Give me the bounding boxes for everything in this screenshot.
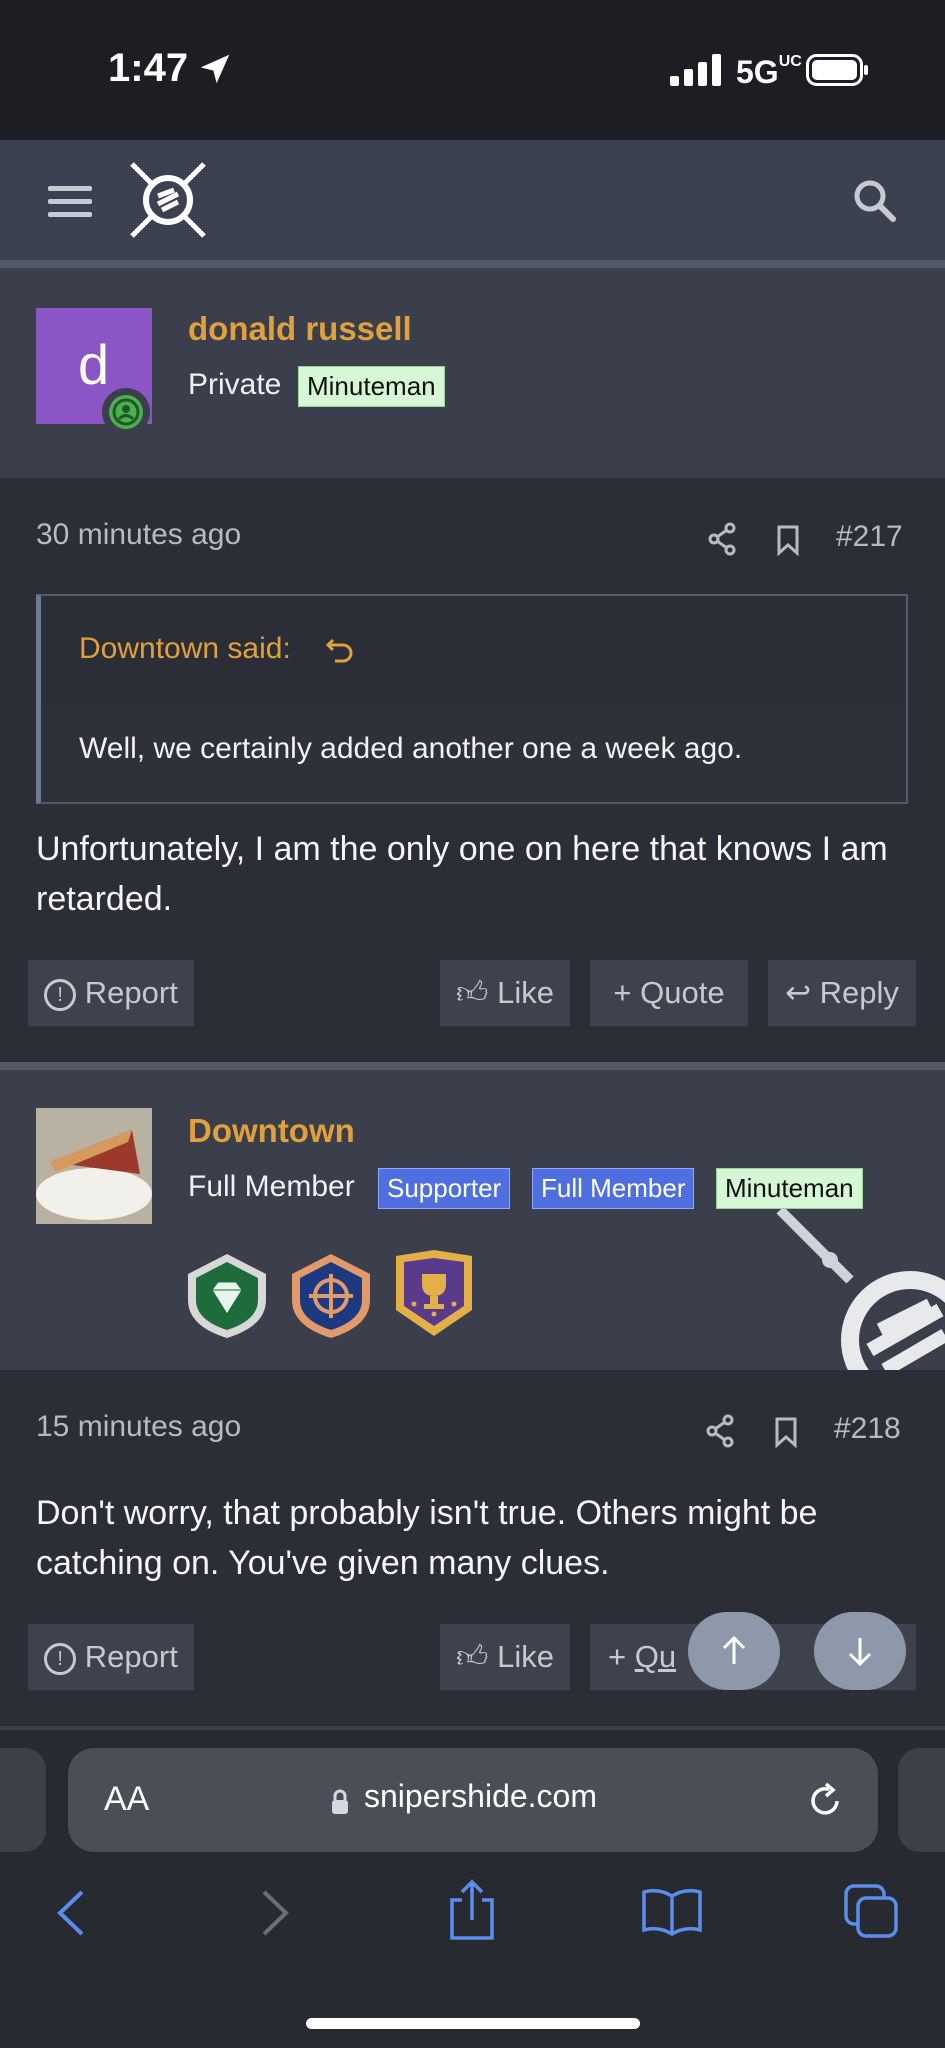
tabs-icon[interactable]	[842, 1882, 900, 1940]
alert-icon: !	[44, 1642, 77, 1675]
post-time[interactable]: 30 minutes ago	[36, 518, 241, 552]
share-icon[interactable]	[706, 522, 738, 556]
badge-full-member: Full Member	[532, 1168, 695, 1209]
alert-icon: !	[44, 978, 77, 1011]
pie-photo-icon	[36, 1108, 152, 1224]
crosshair-trophy-icon[interactable]	[286, 1250, 376, 1340]
site-logo-icon[interactable]	[128, 160, 208, 240]
quote-link-icon[interactable]	[325, 634, 355, 664]
author-name[interactable]: donald russell	[188, 310, 412, 348]
share-icon[interactable]	[704, 1414, 736, 1448]
reply-arrow-icon: ↩	[785, 975, 812, 1010]
post-number[interactable]: #217	[836, 520, 903, 554]
plus-icon: +	[608, 1639, 627, 1674]
watermark-logo-icon	[776, 1206, 945, 1370]
like-button[interactable]: 👍︎ Like	[440, 960, 570, 1026]
badge-supporter: Supporter	[378, 1168, 511, 1209]
like-button[interactable]: 👍︎ Like	[440, 1624, 570, 1690]
online-status-icon	[102, 388, 150, 436]
network-type: 5GUC	[736, 53, 802, 91]
bookmarks-icon[interactable]	[640, 1886, 704, 1936]
location-arrow-icon	[200, 54, 230, 84]
like-label: Like	[497, 1639, 554, 1674]
next-tab-preview[interactable]	[898, 1748, 945, 1852]
report-label: Report	[84, 975, 178, 1010]
clock: 1:47	[108, 46, 189, 90]
cup-trophy-icon[interactable]	[392, 1248, 476, 1340]
reply-label: Reply	[819, 975, 899, 1010]
report-button[interactable]: ! Report	[28, 1624, 194, 1690]
user-rank: Private	[188, 368, 282, 401]
bookmark-icon[interactable]	[774, 1416, 798, 1448]
avatar-pie-photo[interactable]	[36, 1108, 152, 1224]
user-rank: Full Member	[188, 1170, 355, 1203]
cellular-signal-icon	[670, 54, 721, 86]
thumbs-up-icon: 👍︎	[456, 975, 489, 1010]
home-indicator	[306, 2018, 640, 2029]
url-text[interactable]: snipershide.com	[364, 1778, 597, 1815]
quote-attribution[interactable]: Downtown said:	[79, 632, 291, 666]
quote-block: Downtown said: Well, we certainly added …	[36, 594, 908, 804]
header-divider	[0, 260, 945, 268]
diamond-trophy-icon[interactable]	[182, 1250, 272, 1340]
post-number[interactable]: #218	[834, 1412, 901, 1446]
arrow-down-icon	[848, 1638, 872, 1667]
quote-label: Quote	[640, 975, 725, 1010]
like-label: Like	[497, 975, 554, 1010]
quote-button[interactable]: + Quote	[590, 960, 748, 1026]
bookmark-icon[interactable]	[776, 524, 800, 556]
arrow-up-icon	[722, 1635, 746, 1664]
scroll-to-bottom-button[interactable]	[814, 1612, 906, 1690]
battery-icon	[806, 54, 868, 86]
network-sup: UC	[778, 53, 802, 70]
badge-minuteman: Minuteman	[298, 366, 445, 407]
reply-button[interactable]: ↩ Reply	[768, 960, 916, 1026]
previous-tab-preview[interactable]	[0, 1748, 46, 1852]
quote-label: Qu	[634, 1639, 677, 1674]
back-icon[interactable]	[54, 1888, 88, 1938]
text-size-button[interactable]: AA	[104, 1780, 149, 1819]
badge-minuteman: Minuteman	[716, 1168, 863, 1209]
search-icon[interactable]	[852, 178, 896, 222]
post-time[interactable]: 15 minutes ago	[36, 1410, 241, 1444]
post-body: Don't worry, that probably isn't true. O…	[36, 1494, 818, 1582]
quote-text: Well, we certainly added another one a w…	[79, 732, 743, 765]
share-sheet-icon[interactable]	[446, 1878, 498, 1942]
author-name[interactable]: Downtown	[188, 1112, 355, 1150]
plus-icon: +	[613, 975, 632, 1010]
forward-icon[interactable]	[258, 1888, 292, 1938]
report-label: Report	[84, 1639, 178, 1674]
hamburger-menu-icon[interactable]	[48, 184, 92, 218]
report-button[interactable]: ! Report	[28, 960, 194, 1026]
thumbs-up-icon: 👍︎	[456, 1639, 489, 1674]
post-divider	[0, 1062, 945, 1070]
lock-icon	[332, 1789, 348, 1814]
post-body: Unfortunately, I am the only one on here…	[36, 830, 888, 918]
reload-icon[interactable]	[804, 1780, 846, 1822]
scroll-to-top-button[interactable]	[688, 1612, 780, 1690]
